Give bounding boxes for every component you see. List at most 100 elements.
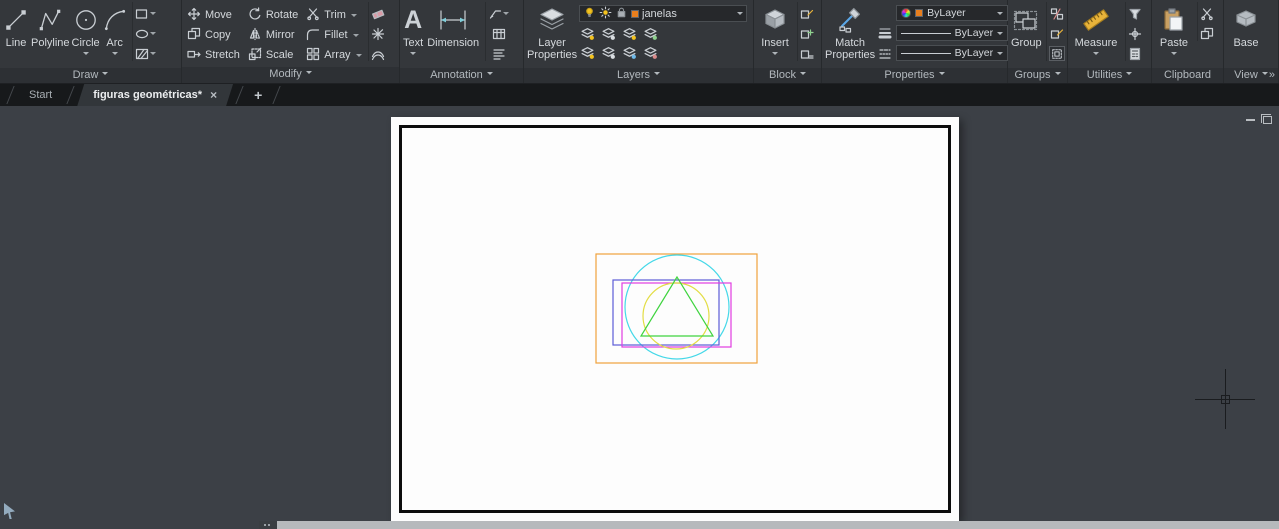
ribbon-panel-annotation: A Text Dimension Annotation bbox=[400, 0, 524, 83]
cyan-circle[interactable] bbox=[625, 255, 729, 359]
base-view-icon bbox=[1233, 5, 1259, 35]
tool-label: Paste bbox=[1160, 37, 1188, 49]
tool-stretch[interactable]: Stretch bbox=[185, 45, 242, 65]
panel-label-block[interactable]: Block bbox=[754, 68, 821, 83]
linetype-dropdown[interactable]: ByLayer bbox=[896, 45, 1008, 61]
tool-paste[interactable]: Paste bbox=[1155, 2, 1193, 66]
close-tab-icon[interactable]: × bbox=[210, 88, 217, 102]
layer-dropdown[interactable]: janelas bbox=[579, 5, 747, 22]
tool-base[interactable]: Base bbox=[1227, 2, 1265, 66]
tool-insert[interactable]: Insert bbox=[757, 2, 793, 66]
layer-lock-icon bbox=[615, 6, 628, 22]
lineweight-dropdown[interactable]: ByLayer bbox=[896, 25, 1008, 41]
layer-tool-icon[interactable] bbox=[642, 44, 659, 60]
offset-tool-icon[interactable] bbox=[371, 46, 385, 61]
object-color-dropdown[interactable]: ByLayer bbox=[896, 5, 1008, 21]
tool-line[interactable]: Line bbox=[3, 2, 29, 66]
tool-match-properties[interactable]: MatchProperties bbox=[825, 2, 875, 66]
block-attributes-icon[interactable] bbox=[800, 46, 814, 61]
layer-tool-icon[interactable] bbox=[600, 25, 617, 41]
tool-trim[interactable]: Trim bbox=[304, 5, 363, 25]
panel-label-groups[interactable]: Groups bbox=[1008, 68, 1067, 83]
table-tool-icon[interactable] bbox=[488, 26, 509, 41]
tool-arc[interactable]: Arc bbox=[102, 2, 128, 66]
tool-fillet[interactable]: Fillet bbox=[304, 25, 363, 45]
chevron-down-icon[interactable] bbox=[1093, 52, 1099, 58]
tool-polyline[interactable]: Polyline bbox=[31, 2, 70, 66]
chevron-down-icon[interactable] bbox=[1171, 52, 1177, 58]
leader-tool-icon[interactable] bbox=[488, 6, 509, 21]
tool-layer-properties[interactable]: LayerProperties bbox=[527, 2, 577, 66]
tool-mirror[interactable]: Mirror bbox=[246, 25, 300, 45]
group-icon bbox=[1013, 5, 1039, 35]
viewport-minimize-icon[interactable] bbox=[1246, 119, 1255, 121]
chevron-down-icon[interactable] bbox=[353, 34, 359, 40]
hatch-tool-icon[interactable] bbox=[135, 46, 156, 61]
panel-label-annotation[interactable]: Annotation bbox=[400, 68, 523, 83]
panel-label-draw[interactable]: Draw bbox=[0, 68, 181, 83]
tool-dimension[interactable]: Dimension bbox=[425, 2, 481, 66]
tab-start[interactable]: Start bbox=[17, 84, 64, 106]
tool-label: Measure bbox=[1075, 37, 1118, 49]
drawing-area[interactable] bbox=[0, 106, 1279, 529]
layer-tool-icon[interactable] bbox=[621, 44, 638, 60]
tool-circle[interactable]: Circle bbox=[72, 2, 100, 66]
layer-tool-icon[interactable] bbox=[600, 44, 617, 60]
chevron-down-icon[interactable] bbox=[356, 54, 362, 60]
group-bounding-box-toggle[interactable] bbox=[1049, 46, 1065, 61]
tab-label: figuras geométricas* bbox=[93, 89, 202, 101]
panel-label-utilities[interactable]: Utilities bbox=[1068, 68, 1151, 83]
tab-drawing-active[interactable]: figuras geométricas* × bbox=[77, 84, 233, 106]
chevron-down-icon[interactable] bbox=[772, 52, 778, 58]
quick-calc-icon[interactable] bbox=[1128, 46, 1142, 61]
tool-move[interactable]: Move bbox=[185, 5, 242, 25]
panel-label-layers[interactable]: Layers bbox=[524, 68, 753, 83]
id-point-icon[interactable] bbox=[1128, 26, 1142, 41]
group-edit-icon[interactable] bbox=[1049, 26, 1065, 41]
rectangle-tool-icon[interactable] bbox=[135, 6, 156, 21]
ribbon-overflow-icon[interactable]: » bbox=[1269, 68, 1275, 83]
chevron-down-icon[interactable] bbox=[112, 52, 118, 58]
tab-separator bbox=[273, 86, 281, 104]
create-block-icon[interactable] bbox=[800, 26, 814, 41]
layer-tool-icon[interactable] bbox=[621, 25, 638, 41]
viewport-restore-icon[interactable] bbox=[1263, 116, 1272, 124]
tool-label: Stretch bbox=[205, 49, 240, 61]
tool-label: LayerProperties bbox=[527, 37, 577, 61]
chevron-down-icon[interactable] bbox=[410, 52, 416, 58]
layer-tool-icon[interactable] bbox=[579, 44, 596, 60]
tool-text[interactable]: A Text bbox=[403, 2, 423, 66]
ellipse-tool-icon[interactable] bbox=[135, 26, 156, 41]
tool-array[interactable]: Array bbox=[304, 45, 363, 65]
chevron-down-icon[interactable] bbox=[83, 52, 89, 58]
text-align-icon[interactable] bbox=[488, 46, 509, 61]
panel-label-properties[interactable]: Properties bbox=[822, 68, 1007, 83]
chevron-down-icon[interactable] bbox=[351, 14, 357, 20]
paper-sheet bbox=[391, 117, 959, 521]
panel-label-modify[interactable]: Modify bbox=[182, 67, 399, 83]
panel-label-clipboard[interactable]: Clipboard bbox=[1152, 68, 1223, 83]
layer-tool-icon[interactable] bbox=[642, 25, 659, 41]
green-triangle[interactable] bbox=[641, 277, 713, 336]
tool-scale[interactable]: Scale bbox=[246, 45, 300, 65]
horizontal-scrollbar[interactable] bbox=[259, 521, 1279, 529]
chevron-down-icon[interactable] bbox=[737, 12, 743, 18]
erase-tool-icon[interactable] bbox=[371, 6, 385, 21]
explode-tool-icon[interactable] bbox=[371, 26, 385, 41]
cut-icon[interactable] bbox=[1200, 6, 1214, 21]
new-tab-button[interactable]: + bbox=[246, 84, 270, 106]
copy-clip-icon[interactable] bbox=[1200, 26, 1214, 41]
edit-block-icon[interactable] bbox=[800, 6, 814, 21]
tool-group[interactable]: Group bbox=[1011, 2, 1042, 66]
quick-select-icon[interactable] bbox=[1128, 6, 1142, 21]
layer-tool-icon[interactable] bbox=[579, 25, 596, 41]
tool-copy[interactable]: Copy bbox=[185, 25, 242, 45]
tool-rotate[interactable]: Rotate bbox=[246, 5, 300, 25]
magenta-rectangle[interactable] bbox=[622, 283, 731, 347]
panel-label-view[interactable]: View» bbox=[1224, 68, 1278, 83]
copy-icon bbox=[187, 27, 201, 44]
scrollbar-left-button[interactable] bbox=[259, 521, 277, 529]
ungroup-icon[interactable] bbox=[1049, 6, 1065, 21]
chevron-down-icon bbox=[939, 72, 945, 78]
tool-measure[interactable]: Measure bbox=[1071, 2, 1121, 66]
